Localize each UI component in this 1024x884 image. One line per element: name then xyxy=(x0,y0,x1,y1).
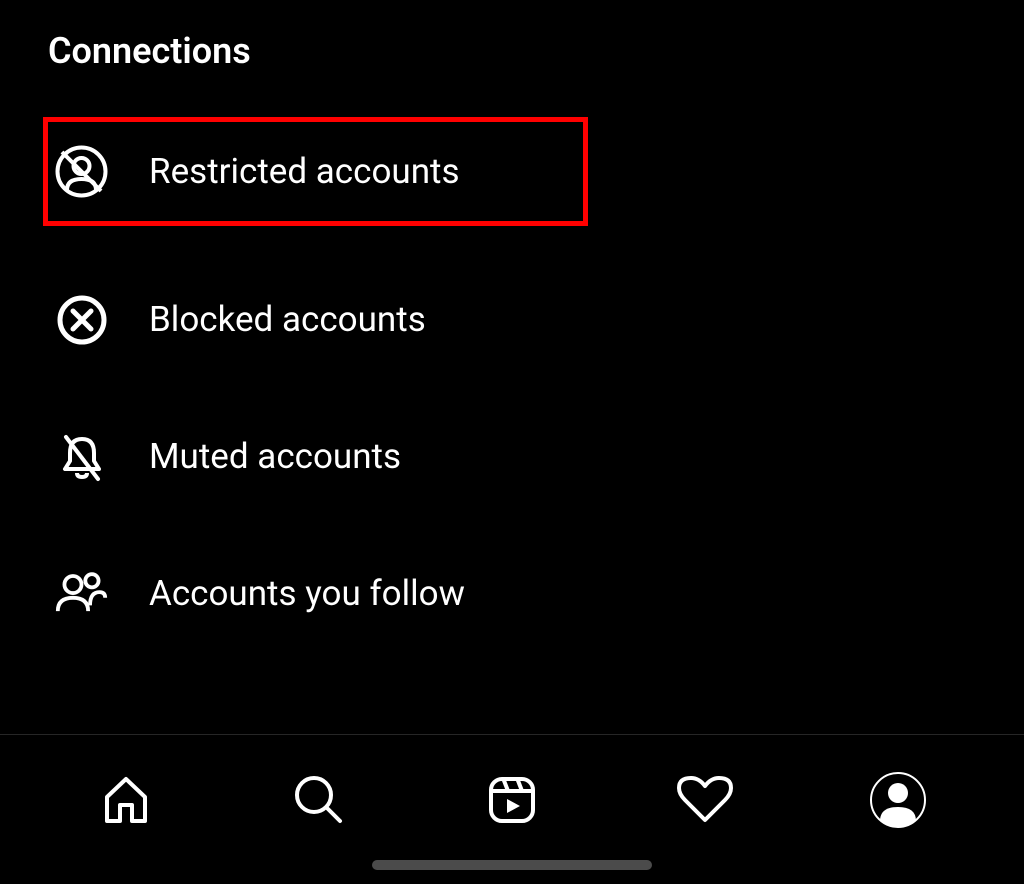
muted-accounts-label: Muted accounts xyxy=(149,436,401,477)
restricted-icon xyxy=(54,144,109,199)
restricted-accounts-item[interactable]: Restricted accounts xyxy=(43,117,588,226)
connections-title: Connections xyxy=(48,30,976,72)
blocked-accounts-label: Blocked accounts xyxy=(149,299,426,340)
restricted-accounts-label: Restricted accounts xyxy=(149,151,460,192)
profile-icon xyxy=(869,771,927,829)
nav-activity[interactable] xyxy=(675,770,735,830)
connections-menu: Restricted accounts Blocked accounts xyxy=(48,122,976,637)
home-indicator xyxy=(372,860,652,870)
nav-profile[interactable] xyxy=(868,770,928,830)
nav-reels[interactable] xyxy=(482,770,542,830)
blocked-icon xyxy=(54,292,109,347)
reels-icon xyxy=(485,773,539,827)
blocked-accounts-item[interactable]: Blocked accounts xyxy=(48,276,588,363)
follow-icon xyxy=(54,566,109,621)
muted-icon xyxy=(54,429,109,484)
nav-home[interactable] xyxy=(96,770,156,830)
nav-search[interactable] xyxy=(289,770,349,830)
accounts-you-follow-item[interactable]: Accounts you follow xyxy=(48,550,588,637)
accounts-you-follow-label: Accounts you follow xyxy=(149,573,465,614)
muted-accounts-item[interactable]: Muted accounts xyxy=(48,413,588,500)
activity-icon xyxy=(677,774,733,826)
search-icon xyxy=(292,773,346,827)
home-icon xyxy=(99,773,153,827)
